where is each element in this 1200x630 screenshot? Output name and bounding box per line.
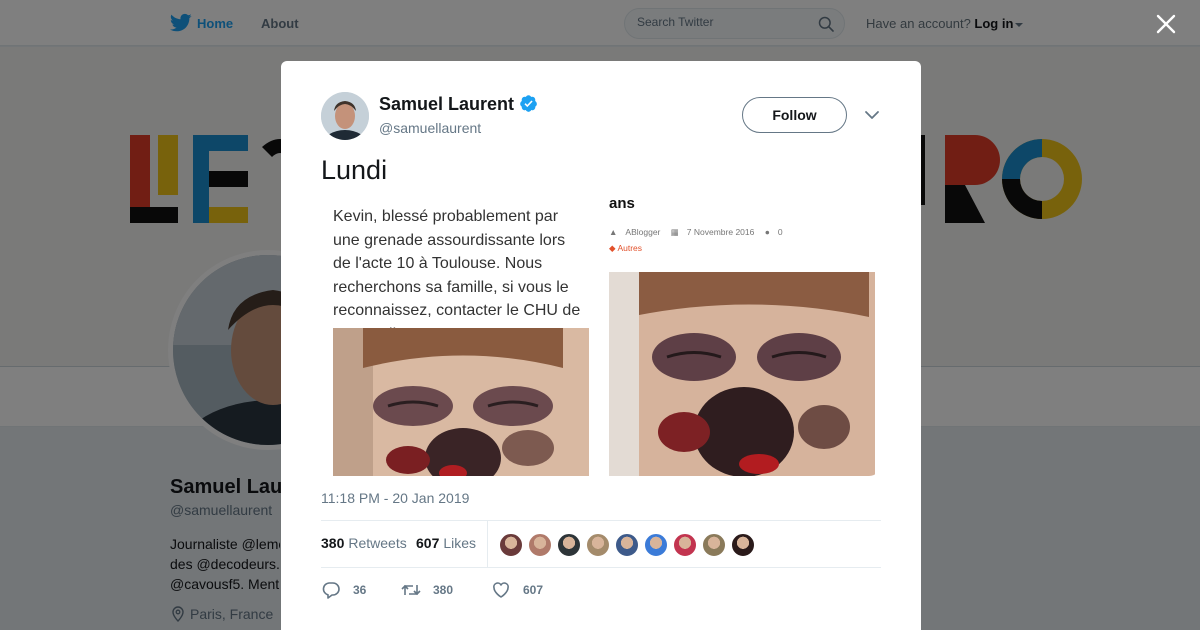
follow-button[interactable]: Follow bbox=[742, 97, 847, 133]
retweet-button[interactable]: 380 bbox=[401, 580, 453, 600]
likes-label: Likes bbox=[443, 535, 477, 551]
liker-avatar[interactable] bbox=[702, 533, 726, 557]
injured-face-photo bbox=[609, 272, 875, 476]
article-author: ABlogger bbox=[625, 227, 661, 237]
reply-count: 36 bbox=[353, 583, 367, 597]
reply-icon bbox=[322, 582, 340, 599]
like-button[interactable]: 607 bbox=[491, 580, 543, 600]
author-handle[interactable]: @samuellaurent bbox=[379, 120, 481, 136]
tweet-timestamp[interactable]: 11:18 PM - 20 Jan 2019 bbox=[321, 490, 469, 506]
retweets-label: Retweets bbox=[348, 535, 407, 551]
liker-avatar[interactable] bbox=[557, 533, 581, 557]
like-count: 607 bbox=[523, 583, 544, 597]
article-category-text: Autres bbox=[617, 243, 643, 253]
liker-avatar[interactable] bbox=[673, 533, 697, 557]
tweet-media-grid: Kevin, blessé probablement par une grena… bbox=[321, 199, 881, 476]
reply-button[interactable]: 36 bbox=[321, 580, 366, 600]
article-meta: ▲ ABlogger ▦ 7 Novembre 2016 ● 0 bbox=[609, 227, 791, 238]
article-date: 7 Novembre 2016 bbox=[686, 227, 755, 237]
retweet-icon bbox=[401, 584, 421, 596]
divider bbox=[487, 521, 488, 568]
liker-avatar[interactable] bbox=[644, 533, 668, 557]
calendar-icon: ▦ bbox=[670, 227, 679, 237]
tweet-actions: 36 380 607 bbox=[321, 580, 721, 600]
injured-face-photo bbox=[333, 328, 589, 476]
likes-stat[interactable]: 607 Likes bbox=[416, 535, 476, 551]
liker-avatar[interactable] bbox=[586, 533, 610, 557]
tweet-stats: 380 Retweets 607 Likes bbox=[321, 520, 881, 568]
chevron-down-icon[interactable] bbox=[864, 109, 880, 121]
liker-avatar[interactable] bbox=[615, 533, 639, 557]
tweet-photo[interactable]: ans ▲ ABlogger ▦ 7 Novembre 2016 ● 0 ◆ Autr… bbox=[603, 199, 881, 476]
person-icon: ▲ bbox=[609, 227, 618, 237]
tweet-photo[interactable]: Kevin, blessé probablement par une grena… bbox=[321, 199, 599, 476]
photo-caption-text: Kevin, blessé probablement par une grena… bbox=[333, 208, 581, 343]
article-category: ◆ Autres bbox=[609, 243, 642, 254]
tweet-modal: Samuel Laurent @samuellaurent Follow Lun… bbox=[281, 61, 921, 630]
retweet-count: 380 bbox=[433, 583, 454, 597]
likes-count: 607 bbox=[416, 535, 440, 551]
author-name[interactable]: Samuel Laurent bbox=[379, 94, 514, 115]
tweet-text: Lundi bbox=[321, 155, 388, 185]
article-comments: 0 bbox=[777, 227, 783, 237]
liker-avatar[interactable] bbox=[528, 533, 552, 557]
liker-avatar[interactable] bbox=[499, 533, 523, 557]
article-title-text: ans bbox=[609, 199, 635, 212]
comment-icon: ● bbox=[764, 227, 770, 237]
retweets-stat[interactable]: 380 Retweets bbox=[321, 535, 407, 551]
verified-badge-icon bbox=[520, 95, 537, 112]
close-icon[interactable] bbox=[1155, 13, 1177, 35]
heart-icon bbox=[493, 582, 509, 598]
author-avatar[interactable] bbox=[321, 92, 369, 140]
liker-avatar[interactable] bbox=[731, 533, 755, 557]
retweets-count: 380 bbox=[321, 535, 345, 551]
